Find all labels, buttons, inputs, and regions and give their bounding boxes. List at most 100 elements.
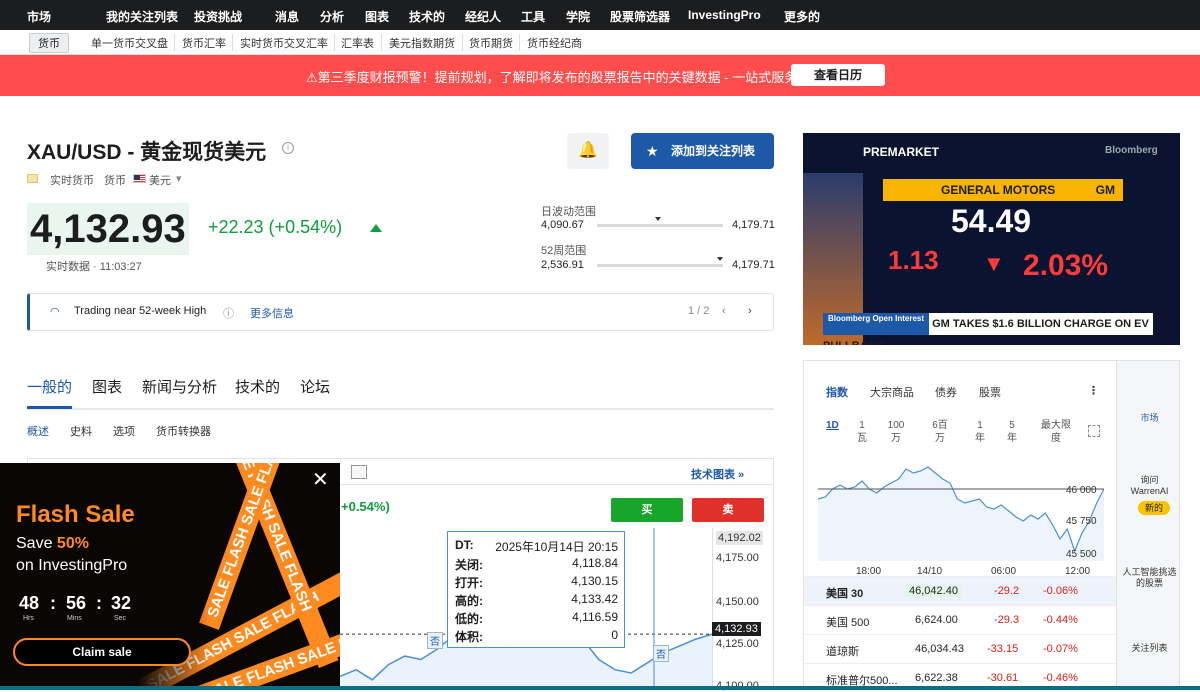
technical-chart-link[interactable]: 技术图表 »	[691, 466, 744, 482]
tab-forum[interactable]: 论坛	[300, 376, 330, 397]
tooltip-dt-value: 2025年10月14日 20:15	[495, 540, 618, 554]
period-6m[interactable]: 6百 万	[928, 419, 952, 445]
bottom-bar	[0, 686, 1200, 690]
market-change: -29.3	[994, 614, 1020, 626]
buy-button[interactable]: 买	[611, 498, 683, 522]
day-range-bar	[597, 224, 723, 227]
subnav-dxy-futures[interactable]: 美元指数期货	[389, 35, 455, 51]
nav-technical[interactable]: 技术的	[409, 8, 445, 25]
tab-technical[interactable]: 技术的	[235, 376, 280, 397]
expand-icon[interactable]	[1088, 425, 1100, 437]
subnav-rate-table[interactable]: 汇率表	[341, 35, 374, 51]
pager-count: 1 / 2	[688, 305, 710, 317]
more-info-link[interactable]: 更多信息	[250, 305, 294, 321]
chevron-left-icon[interactable]: ‹	[722, 305, 726, 317]
market-value: 46,042.40	[905, 585, 962, 597]
subtab-converter[interactable]: 货币转换器	[156, 423, 211, 439]
event-marker[interactable]: 否	[427, 632, 443, 649]
nav-analysis[interactable]: 分析	[320, 8, 344, 25]
subnav-fx-brokers[interactable]: 货币经纪商	[527, 35, 582, 51]
tooltip-open-value: 4,130.15	[571, 574, 618, 588]
subtab-history[interactable]: 史料	[70, 423, 92, 439]
event-marker[interactable]: 否	[653, 645, 669, 662]
period-max[interactable]: 最大限 度	[1038, 419, 1074, 445]
market-pct: -0.44%	[1043, 614, 1078, 626]
nav-watchlist[interactable]: 我的关注列表	[106, 8, 178, 25]
market-change: -29.2	[994, 585, 1020, 597]
markets-side-rail: 市场 询问 WarrenAI 新的 人工智能挑选的股票 关注列表	[1116, 361, 1179, 689]
tab-charts[interactable]: 图表	[92, 376, 122, 397]
nav-screener[interactable]: 股票筛选器	[610, 8, 670, 25]
subnav-currencies[interactable]: 货币	[29, 33, 69, 53]
signal-icon: ◠	[50, 306, 60, 318]
market-row[interactable]: 美国 500 6,624.00 -29.3 -0.44%	[804, 605, 1116, 634]
meta-currency[interactable]: 美元	[149, 172, 171, 188]
nav-more[interactable]: 更多的	[784, 8, 820, 25]
side-watchlist[interactable]: 关注列表	[1117, 643, 1179, 654]
chart-toolbar-icon[interactable]	[351, 465, 367, 479]
period-1y[interactable]: 1 年	[974, 419, 986, 445]
tooltip-dt-label: DT:	[455, 538, 474, 552]
nav-news[interactable]: 消息	[275, 8, 299, 25]
info-icon[interactable]: ⓘ	[223, 305, 234, 321]
period-1d[interactable]: 1D	[826, 419, 839, 432]
nav-investingpro[interactable]: InvestingPro	[688, 8, 761, 22]
add-to-watchlist-button[interactable]: ★ 添加到关注列表	[631, 133, 774, 169]
week-range-marker	[717, 257, 723, 261]
market-row[interactable]: 道琼斯 46,034.43 -33.15 -0.07%	[804, 634, 1116, 663]
countdown-minutes-label: Mins	[67, 615, 82, 622]
nav-charts[interactable]: 图表	[365, 8, 389, 25]
close-icon[interactable]: ✕	[312, 467, 329, 492]
flash-save-text: Save	[16, 535, 57, 552]
tab-news-analysis[interactable]: 新闻与分析	[142, 376, 217, 397]
tab-commodities[interactable]: 大宗商品	[870, 384, 914, 400]
nav-challenge[interactable]: 投资挑战	[194, 8, 242, 25]
subtab-overview[interactable]: 概述	[27, 423, 49, 439]
subnav-divider	[232, 34, 233, 51]
sell-button[interactable]: 卖	[692, 498, 764, 522]
market-row[interactable]: 美国 30 46,042.40 -29.2 -0.06%	[804, 576, 1116, 605]
subnav-rates[interactable]: 货币汇率	[182, 35, 226, 51]
side-markets[interactable]: 市场	[1117, 413, 1179, 424]
tab-bonds[interactable]: 债券	[935, 384, 957, 400]
claim-sale-button[interactable]: Claim sale	[13, 638, 191, 666]
chart-header-divider	[340, 484, 774, 485]
week-range-bar	[597, 264, 723, 267]
info-icon[interactable]: i	[282, 142, 294, 154]
nav-markets[interactable]: 市场	[27, 8, 51, 25]
period-1m[interactable]: 100 万	[886, 419, 906, 445]
chevron-down-icon[interactable]: ▾	[176, 172, 182, 185]
market-pct: -0.46%	[1043, 672, 1078, 684]
star-icon: ★	[646, 143, 659, 159]
add-alert-button[interactable]: 🔔	[567, 133, 609, 169]
gold-icon	[27, 174, 38, 183]
index-mini-chart[interactable]	[818, 459, 1104, 561]
tooltip-close-value: 4,118.84	[572, 556, 618, 570]
flash-save: Save 50%	[16, 535, 89, 553]
market-change: -33.15	[987, 643, 1019, 655]
nav-academy[interactable]: 学院	[566, 8, 590, 25]
subtab-options[interactable]: 选项	[113, 423, 135, 439]
period-1w[interactable]: 1 瓦	[856, 419, 868, 445]
market-value: 6,624.00	[915, 614, 958, 626]
ad-brand: Bloomberg	[1105, 145, 1158, 156]
tab-indices[interactable]: 指数	[826, 384, 848, 400]
tab-general[interactable]: 一般的	[27, 376, 73, 409]
chevron-right-icon[interactable]: ›	[748, 305, 752, 317]
meta-class: 货币	[104, 175, 126, 187]
period-5y[interactable]: 5 年	[1006, 419, 1018, 445]
subnav-divider	[381, 34, 382, 51]
view-calendar-button[interactable]: 查看日历	[791, 64, 885, 86]
mini-area-fill	[818, 467, 1104, 561]
subnav-fx-futures[interactable]: 货币期货	[469, 35, 513, 51]
subnav-crosses[interactable]: 单一货币交叉盘	[91, 35, 168, 51]
side-ai-picks[interactable]: 人工智能挑选的股票	[1117, 567, 1179, 589]
video-ad[interactable]: PREMARKET Bloomberg GENERAL MOTORS GM 54.…	[803, 133, 1180, 345]
market-value: 6,622.38	[915, 672, 958, 684]
side-warrenai[interactable]: 询问 WarrenAI	[1117, 475, 1179, 497]
tab-stocks[interactable]: 股票	[979, 384, 1001, 400]
nav-tools[interactable]: 工具	[521, 8, 545, 25]
subnav-live-cross[interactable]: 实时货币交叉汇率	[240, 35, 328, 51]
nav-brokers[interactable]: 经纪人	[465, 8, 501, 25]
more-vertical-icon[interactable]: ⋮	[1088, 384, 1099, 397]
